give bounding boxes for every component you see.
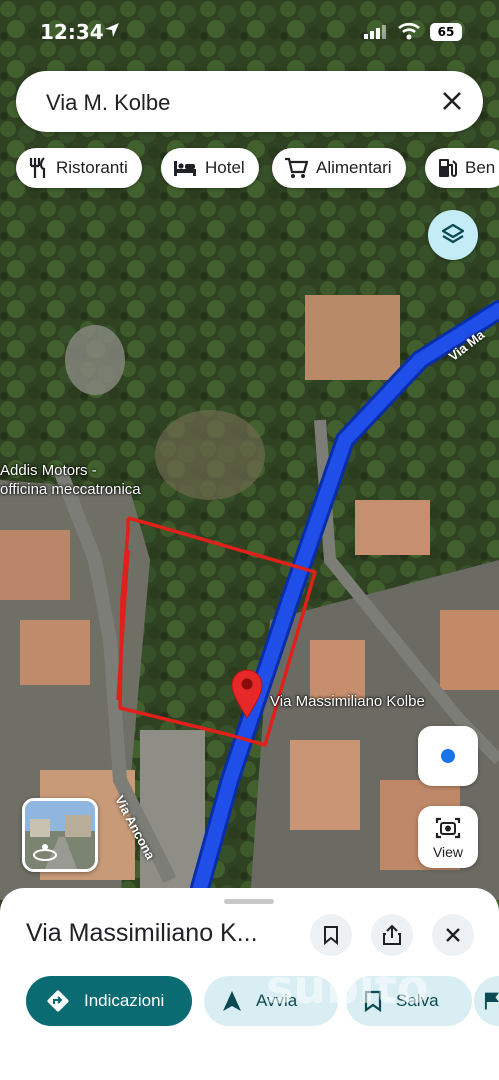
chip-alimentari[interactable]: Alimentari	[272, 148, 406, 188]
sheet-drag-handle[interactable]	[224, 899, 274, 904]
chip-label: Ristoranti	[56, 158, 128, 177]
close-icon[interactable]	[441, 90, 463, 112]
directions-button[interactable]: Indicazioni	[26, 976, 192, 1026]
watermark: subito	[266, 960, 429, 1014]
chip-label: Alimentari	[316, 158, 392, 177]
gas-station-icon	[439, 159, 457, 177]
navigation-arrow-icon	[223, 991, 241, 1011]
share-icon	[383, 924, 401, 945]
flag-icon	[484, 992, 499, 1010]
close-icon	[446, 928, 460, 942]
pin-label[interactable]: Via Massimiliano Kolbe	[270, 693, 425, 710]
location-arrow-icon	[105, 23, 119, 37]
bed-icon	[174, 161, 196, 176]
battery-indicator: 65	[430, 23, 462, 41]
search-query[interactable]: Via M. Kolbe	[46, 90, 170, 116]
wifi-icon	[398, 22, 420, 40]
chip-label: Hotel	[205, 158, 245, 177]
status-time: 12:34	[40, 20, 104, 44]
layers-icon	[441, 223, 465, 244]
status-bar: 12:34 65	[0, 0, 499, 64]
layers-button[interactable]	[428, 210, 478, 260]
chip-label: Ben	[465, 158, 496, 177]
share-button[interactable]	[371, 914, 413, 956]
camera-scan-icon	[435, 817, 461, 839]
poi-label-line2: officina meccatronica	[0, 481, 141, 498]
cart-icon	[285, 157, 308, 178]
directions-icon	[47, 990, 69, 1012]
chip-ristoranti[interactable]: Ristoranti	[16, 148, 142, 188]
location-dot-icon	[439, 747, 457, 765]
street-view-thumbnail[interactable]	[22, 798, 98, 872]
chip-benzina[interactable]: Ben	[425, 148, 499, 188]
bookmark-icon	[324, 926, 338, 945]
view-button[interactable]: View	[418, 806, 478, 868]
search-bar[interactable]: Via M. Kolbe	[16, 71, 483, 132]
poi-label-line1: Addis Motors -	[0, 462, 97, 479]
chip-hotel[interactable]: Hotel	[161, 148, 259, 188]
close-sheet-button[interactable]	[432, 914, 474, 956]
my-location-button[interactable]	[418, 726, 478, 786]
view-label: View	[432, 844, 464, 860]
bookmark-button[interactable]	[310, 914, 352, 956]
place-title: Via Massimiliano K...	[26, 919, 258, 947]
poi-label[interactable]: Addis Motors - officina meccatronica	[0, 462, 141, 498]
more-action-button[interactable]	[474, 976, 499, 1026]
signal-icon	[364, 25, 386, 39]
directions-label: Indicazioni	[84, 991, 165, 1010]
fork-knife-icon	[29, 157, 46, 178]
